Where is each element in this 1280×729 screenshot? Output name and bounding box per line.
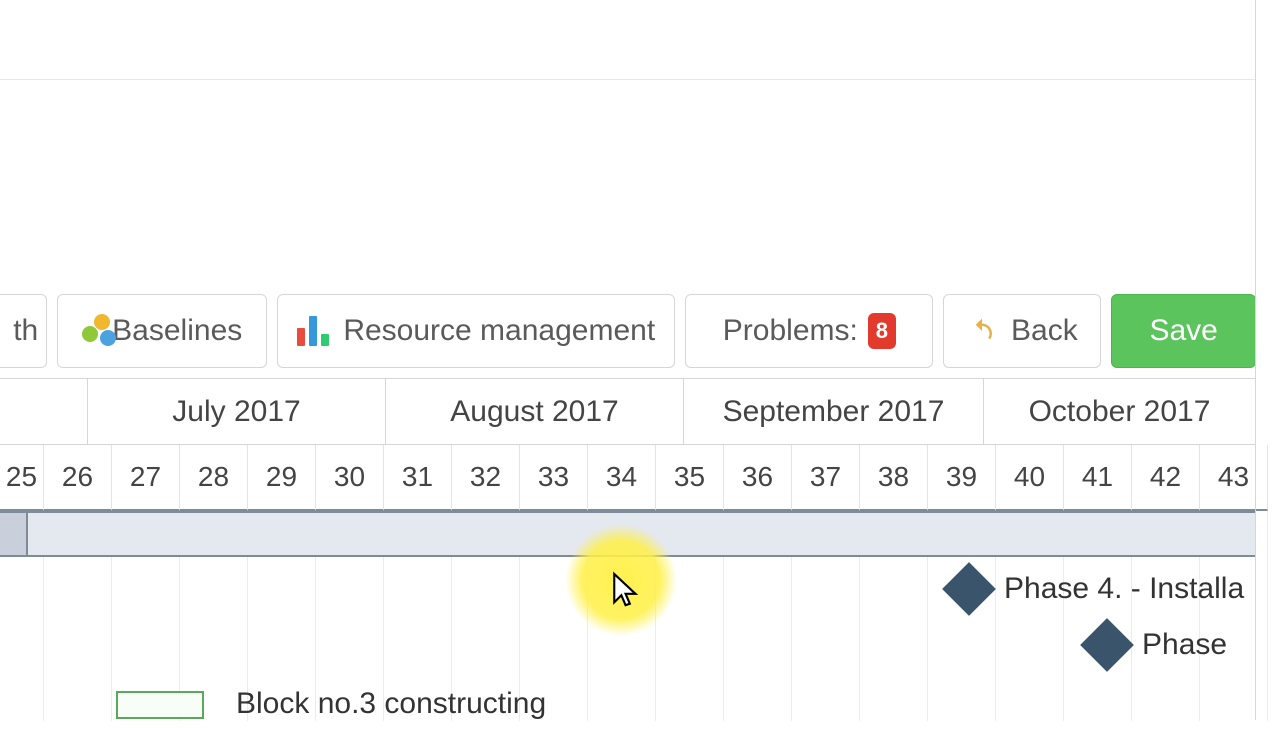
summary-bar-segment[interactable] [0,511,28,557]
gantt-task-bar[interactable] [116,691,204,719]
week-header: 33 [520,445,588,511]
month-header: July 2017 [88,379,386,445]
task-1-label: Block no.3 constructing [236,687,546,721]
week-header: 35 [656,445,724,511]
gantt-chart-area[interactable]: Phase 4. - Installa Phase Block no.3 con… [0,511,1256,721]
week-header: 34 [588,445,656,511]
resource-management-button[interactable]: Resource management [277,294,675,368]
viewport-right-border [1255,0,1256,720]
week-header: 41 [1064,445,1132,511]
resource-management-label: Resource management [343,314,655,348]
week-header: 26 [44,445,112,511]
baselines-icon [82,314,98,348]
months-row: July 2017August 2017September 2017Octobe… [0,379,1256,445]
baselines-button[interactable]: Baselines [57,294,267,368]
toolbar: th Baselines Resource management Problem… [0,294,1256,368]
milestone-row-1: Phase 4. - Installa [0,561,1256,617]
truncated-button-left[interactable]: th [0,294,47,368]
week-header: 32 [452,445,520,511]
truncated-button-label: th [13,314,38,348]
milestone-2-label: Phase [1142,628,1227,662]
milestone-row-2: Phase [0,617,1256,673]
milestone-1-label: Phase 4. - Installa [1004,572,1244,606]
back-label: Back [1011,314,1078,348]
problems-badge: 8 [868,313,896,349]
save-button[interactable]: Save [1111,294,1256,368]
save-label: Save [1149,314,1217,348]
undo-icon [967,316,997,346]
week-header: 38 [860,445,928,511]
summary-bar[interactable] [0,511,1256,557]
timeline: July 2017August 2017September 2017Octobe… [0,378,1256,721]
week-header: 39 [928,445,996,511]
month-header: October 2017 [984,379,1256,445]
header-blank [0,0,1256,80]
baselines-label: Baselines [112,314,242,348]
week-header: 37 [792,445,860,511]
week-header: 43 [1200,445,1268,511]
week-header: 42 [1132,445,1200,511]
milestone-diamond-icon[interactable] [942,562,996,616]
month-header: September 2017 [684,379,984,445]
barchart-icon [297,316,329,346]
month-header: August 2017 [386,379,684,445]
week-header: 36 [724,445,792,511]
week-header: 28 [180,445,248,511]
week-header: 29 [248,445,316,511]
problems-label: Problems: [723,314,858,348]
week-header: 40 [996,445,1064,511]
month-header [0,379,88,445]
weeks-row: 25262728293031323334353637383940414243 [0,445,1256,511]
week-header: 25 [0,445,44,511]
week-header: 27 [112,445,180,511]
week-header: 30 [316,445,384,511]
back-button[interactable]: Back [943,294,1101,368]
week-header: 31 [384,445,452,511]
problems-button[interactable]: Problems: 8 [685,294,933,368]
milestone-diamond-icon[interactable] [1080,618,1134,672]
task-row-1: Block no.3 constructing [0,673,1256,729]
